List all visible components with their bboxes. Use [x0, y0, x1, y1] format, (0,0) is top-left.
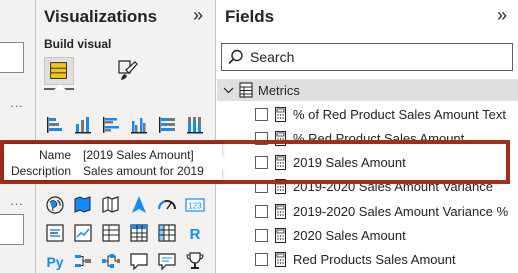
build-visual-tab[interactable] — [44, 57, 74, 85]
kpi-icon[interactable] — [72, 222, 94, 244]
shape-map-icon[interactable] — [100, 194, 122, 216]
field-checkbox[interactable] — [255, 156, 268, 169]
table-header-metrics[interactable]: Metrics — [217, 79, 518, 101]
slicer-icon[interactable] — [100, 222, 122, 244]
field-checkbox[interactable] — [255, 108, 268, 121]
filters-input[interactable] — [0, 42, 24, 73]
filters-pane-strip: ··· ··· — [0, 0, 36, 273]
measure-table-icon — [239, 82, 253, 98]
decomposition-tree-icon[interactable] — [100, 250, 122, 272]
qa-visual-icon[interactable] — [128, 250, 150, 272]
smart-narrative-icon[interactable] — [156, 250, 178, 272]
collapse-visualizations-icon[interactable]: » — [193, 5, 203, 26]
matrix-icon[interactable] — [156, 222, 178, 244]
search-input[interactable] — [250, 47, 500, 67]
card-icon[interactable]: 123 — [184, 194, 206, 216]
field-checkbox[interactable] — [255, 132, 268, 145]
key-influencers-icon[interactable] — [72, 250, 94, 272]
field-label: 2019-2020 Sales Amount Variance % — [293, 204, 509, 219]
more-options-icon[interactable]: ··· — [10, 98, 23, 113]
visualizations-title: Visualizations — [44, 7, 158, 26]
stacked-column-chart-icon[interactable] — [72, 114, 94, 136]
field-row[interactable]: % Red Product Sales Amount — [217, 127, 518, 151]
calculator-icon — [275, 179, 286, 194]
field-label: Red Products Sales Amount — [293, 252, 456, 267]
field-checkbox[interactable] — [255, 180, 268, 193]
build-visual-label: Build visual — [44, 37, 112, 51]
field-label: % Red Product Sales Amount — [293, 131, 465, 146]
field-label: % of Red Product Sales Amount Text — [293, 107, 506, 122]
calculator-icon — [275, 107, 286, 122]
svg-text:R: R — [190, 226, 201, 243]
field-row[interactable]: 2019-2020 Sales Amount Variance — [217, 175, 518, 199]
field-checkbox[interactable] — [255, 229, 268, 242]
field-checkbox[interactable] — [255, 253, 268, 266]
multi-row-card-icon[interactable] — [44, 222, 66, 244]
field-row[interactable]: 2020 Sales Amount — [217, 224, 518, 248]
build-visual-icon — [50, 62, 67, 79]
search-icon — [228, 49, 243, 65]
more-options-icon[interactable]: ··· — [10, 196, 23, 211]
field-row[interactable]: 2019 Sales Amount — [217, 151, 518, 175]
calculator-icon — [275, 252, 286, 267]
format-brush-icon — [118, 60, 138, 80]
field-row[interactable]: 2019-2020 Sales Amount Variance % — [217, 200, 518, 224]
field-label: 2020 Sales Amount — [293, 228, 406, 243]
field-label: 2019-2020 Sales Amount Variance — [293, 179, 493, 194]
fields-title: Fields — [225, 7, 275, 26]
svg-text:Py: Py — [46, 254, 63, 270]
tab-pointer — [54, 84, 66, 90]
visualizations-pane: Visualizations » Build visual 123 R Py — [36, 0, 216, 273]
azure-map-icon[interactable] — [128, 194, 150, 216]
format-visual-tab[interactable] — [112, 57, 142, 85]
fields-pane: Fields » Metrics % of Red Product Sales … — [217, 0, 518, 273]
calculator-icon — [275, 204, 286, 219]
collapse-fields-icon[interactable]: » — [497, 5, 507, 26]
fields-search-box[interactable] — [221, 43, 513, 71]
python-visual-icon[interactable]: Py — [44, 250, 66, 272]
calculator-icon — [275, 228, 286, 243]
field-row[interactable]: Red Products Sales Amount — [217, 248, 518, 272]
chevron-down-icon[interactable] — [223, 85, 234, 96]
table-visual-icon[interactable] — [128, 222, 150, 244]
clustered-column-chart-icon[interactable] — [128, 114, 150, 136]
field-checkbox[interactable] — [255, 205, 268, 218]
r-script-visual-icon[interactable]: R — [184, 222, 206, 244]
filled-map-icon[interactable] — [72, 194, 94, 216]
calculator-icon — [275, 131, 286, 146]
calculator-icon — [275, 155, 286, 170]
field-label: 2019 Sales Amount — [293, 155, 406, 170]
clustered-bar-chart-icon[interactable] — [100, 114, 122, 136]
goals-trophy-icon[interactable] — [184, 250, 206, 272]
table-name: Metrics — [258, 83, 300, 98]
map-icon[interactable] — [44, 194, 66, 216]
100-percent-column-chart-icon[interactable] — [184, 114, 206, 136]
100-percent-bar-chart-icon[interactable] — [156, 114, 178, 136]
filters-input[interactable] — [0, 214, 24, 245]
field-row[interactable]: % of Red Product Sales Amount Text — [217, 103, 518, 127]
gauge-icon[interactable] — [156, 194, 178, 216]
svg-text:123: 123 — [188, 202, 202, 211]
stacked-bar-chart-icon[interactable] — [44, 114, 66, 136]
